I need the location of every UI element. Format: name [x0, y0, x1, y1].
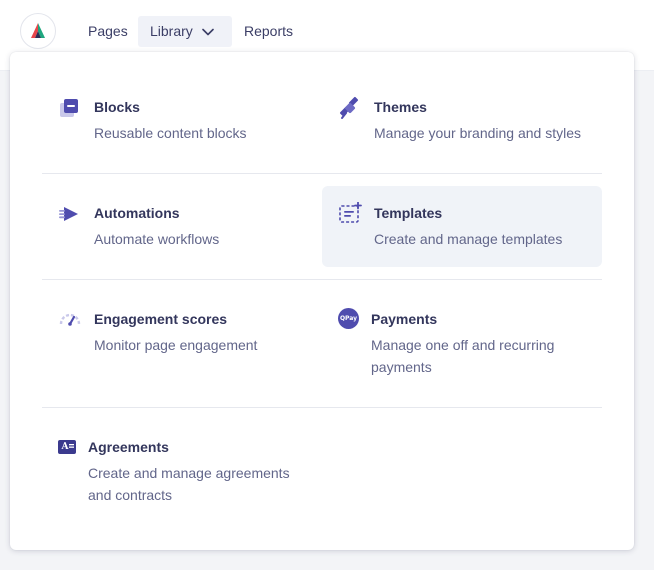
qpay-icon: QPay — [338, 308, 359, 329]
menu-item-themes[interactable]: Themes Manage your branding and styles — [322, 82, 602, 162]
nav-pages-link[interactable]: Pages — [88, 16, 128, 47]
menu-item-title: Blocks — [94, 99, 140, 115]
menu-item-blocks[interactable]: Blocks Reusable content blocks — [42, 82, 312, 162]
divider — [42, 407, 602, 408]
library-dropdown-menu: Blocks Reusable content blocks Themes Ma… — [10, 52, 634, 550]
automation-icon — [58, 204, 80, 224]
brand-logo-icon[interactable] — [20, 13, 56, 49]
menu-item-description: Reusable content blocks — [94, 125, 247, 141]
qpay-icon-text: QPay — [339, 315, 358, 322]
menu-item-title: Engagement scores — [94, 311, 228, 327]
menu-item-agreements[interactable]: A Agreements Create and manage agreement… — [42, 420, 312, 522]
menu-item-automations[interactable]: Automations Automate workflows — [42, 186, 312, 268]
satellite-icon — [338, 96, 362, 120]
menu-item-title: Templates — [374, 205, 443, 221]
nav-library-label: Library — [150, 23, 193, 39]
menu-item-description: Create and manage agreements and contrac… — [88, 465, 290, 503]
menu-item-description: Automate workflows — [94, 231, 220, 247]
menu-item-title: Agreements — [88, 439, 169, 455]
nav-reports-link[interactable]: Reports — [244, 16, 293, 47]
menu-item-templates[interactable]: Templates Create and manage templates — [322, 186, 602, 267]
menu-item-description: Manage your branding and styles — [374, 125, 582, 141]
template-icon — [338, 202, 362, 224]
menu-item-description: Create and manage templates — [374, 231, 563, 247]
divider — [42, 173, 602, 174]
menu-item-title: Automations — [94, 205, 180, 221]
agreement-icon: A — [58, 440, 76, 454]
agreement-icon-letter: A — [61, 442, 69, 452]
divider — [42, 279, 602, 280]
blocks-icon — [58, 98, 80, 120]
menu-item-title: Themes — [374, 99, 427, 115]
nav-library-dropdown[interactable]: Library — [138, 16, 232, 47]
menu-item-description: Manage one off and recurring payments — [371, 337, 555, 375]
menu-item-description: Monitor page engagement — [94, 337, 258, 353]
menu-item-engagement-scores[interactable]: Engagement scores Monitor page engagemen… — [42, 292, 312, 392]
chevron-down-icon — [201, 28, 214, 36]
menu-item-title: Payments — [371, 311, 438, 327]
gauge-icon — [58, 310, 82, 326]
menu-item-payments[interactable]: QPay Payments Manage one off and recurri… — [322, 292, 602, 392]
